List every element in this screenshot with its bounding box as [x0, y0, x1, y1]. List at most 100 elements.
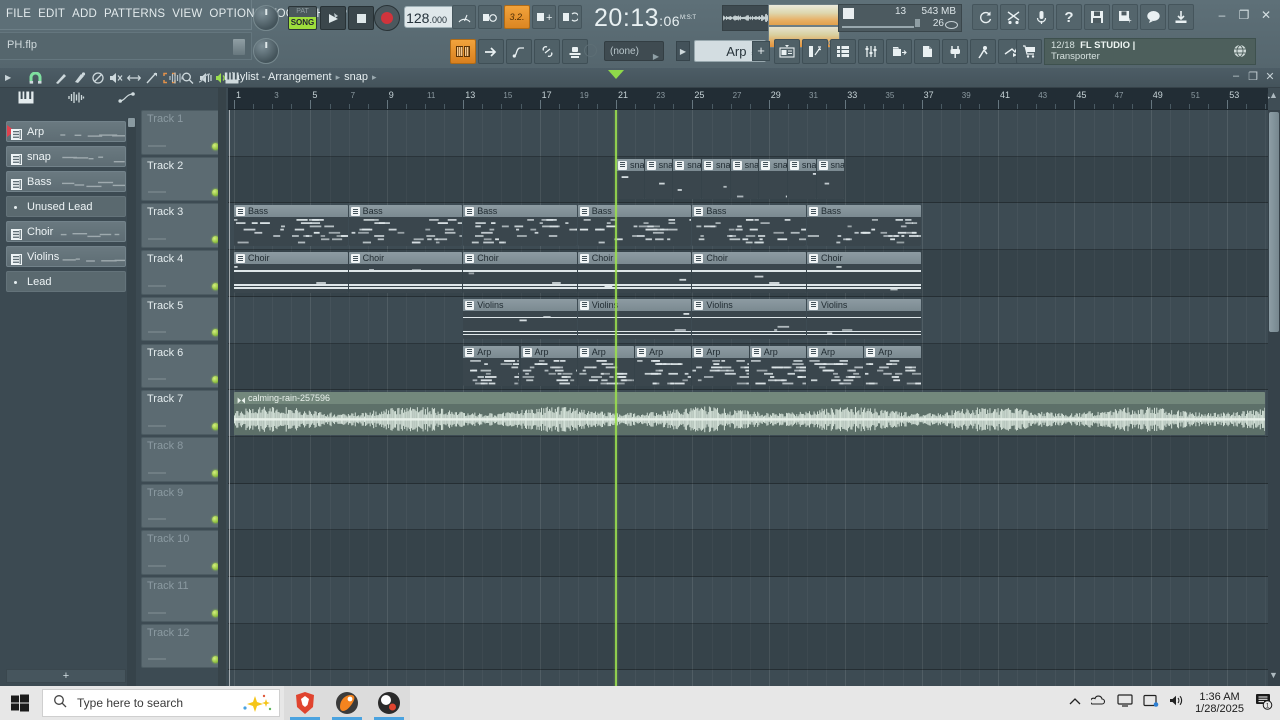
- clip-arp[interactable]: Arp: [578, 346, 634, 387]
- taskbar-app-obs[interactable]: [368, 686, 410, 720]
- track-header-10[interactable]: Track 10: [141, 530, 225, 575]
- clip-bass[interactable]: Bass: [349, 205, 463, 246]
- clip-header[interactable]: Arp: [521, 346, 577, 358]
- slice-tool-icon[interactable]: [144, 71, 159, 85]
- snap-value-display[interactable]: 3.2.: [504, 5, 530, 29]
- pattern-add-button[interactable]: +: [752, 41, 770, 61]
- track-header-2[interactable]: Track 2: [141, 157, 225, 202]
- tray-onedrive-icon[interactable]: [1091, 694, 1107, 712]
- pattern-length-icon[interactable]: [452, 5, 476, 29]
- clip-header[interactable]: snap: [759, 159, 787, 171]
- pattern-item-choir[interactable]: Choir: [6, 221, 126, 242]
- clip-header[interactable]: Arp: [750, 346, 806, 358]
- menu-item-edit[interactable]: EDIT: [38, 8, 65, 20]
- clip-arp[interactable]: Arp: [692, 346, 748, 387]
- timeline-ruler[interactable]: 1 3 5 7 9 11 13 15 17 19 21 23 25 27 29 31 33 35 37 39 41 43 4…: [228, 88, 1268, 110]
- draw-tool-icon[interactable]: [54, 71, 69, 85]
- zoom-waveform-icon[interactable]: [168, 71, 184, 89]
- pattern-item-unused-lead[interactable]: Unused Lead: [6, 196, 126, 217]
- clip-header[interactable]: Arp: [635, 346, 691, 358]
- clip-header[interactable]: Violins: [463, 299, 577, 311]
- project-file-row[interactable]: PH.flp: [0, 32, 252, 60]
- automation-button[interactable]: [506, 39, 532, 64]
- clip-bass[interactable]: Bass: [463, 205, 577, 246]
- pattern-song-toggle[interactable]: PAT SONG: [288, 6, 317, 30]
- clip-header[interactable]: snap: [731, 159, 759, 171]
- track-header-8[interactable]: Track 8: [141, 437, 225, 482]
- paint-tool-icon[interactable]: [72, 71, 87, 85]
- clip-bass[interactable]: Bass: [234, 205, 348, 246]
- pattern-item-snap[interactable]: snap: [6, 146, 126, 167]
- clip-header[interactable]: Bass: [349, 205, 463, 217]
- clip-header[interactable]: Choir: [234, 252, 348, 264]
- taskbar-app-brave[interactable]: [284, 686, 326, 720]
- time-display[interactable]: 20:13:06M:S:T: [594, 2, 714, 34]
- link-button[interactable]: [534, 39, 560, 64]
- playlist-grid[interactable]: snap snap snap snap snap snap snap snap Bass Bass…: [228, 110, 1268, 688]
- record-button[interactable]: [374, 5, 400, 31]
- piano-roll-window-button[interactable]: [802, 39, 828, 64]
- menu-item-file[interactable]: FILE: [6, 8, 31, 20]
- taskbar-app-fl-studio[interactable]: [326, 686, 368, 720]
- playhead-marker-icon[interactable]: [608, 70, 624, 79]
- search-input[interactable]: Type here to search: [42, 689, 280, 717]
- playlist-window-button[interactable]: [774, 39, 800, 64]
- clip-bass[interactable]: Bass: [578, 205, 692, 246]
- vscroll-down-arrow[interactable]: ▼: [1268, 670, 1279, 684]
- clip-header[interactable]: Violins: [807, 299, 921, 311]
- track-header-6[interactable]: Track 6: [141, 344, 225, 389]
- clip-choir[interactable]: Choir: [463, 252, 577, 293]
- globe-icon[interactable]: [1233, 44, 1247, 63]
- tray-display-icon[interactable]: [1117, 694, 1133, 712]
- add-pattern-button[interactable]: +: [6, 669, 126, 683]
- clip-choir[interactable]: Choir: [234, 252, 348, 293]
- magnet-snap-icon[interactable]: [28, 71, 43, 85]
- tempo-display[interactable]: 128.000: [404, 6, 456, 28]
- slip-tool-icon[interactable]: [126, 71, 141, 85]
- project-picker-button[interactable]: [914, 39, 940, 64]
- clip-snap[interactable]: snap: [645, 159, 673, 200]
- clip-arp[interactable]: Arp: [463, 346, 519, 387]
- playlist-close-button[interactable]: ✕: [1263, 70, 1277, 83]
- help-icon[interactable]: ?: [1056, 4, 1082, 30]
- track-header-5[interactable]: Track 5: [141, 297, 225, 342]
- clip-header[interactable]: Bass: [578, 205, 692, 217]
- clip-header[interactable]: snap: [645, 159, 673, 171]
- clip-choir[interactable]: Choir: [578, 252, 692, 293]
- clip-header[interactable]: Bass: [692, 205, 806, 217]
- clip-header[interactable]: Bass: [807, 205, 921, 217]
- play-button[interactable]: [320, 6, 346, 30]
- clip-header[interactable]: Choir: [578, 252, 692, 264]
- clip-choir[interactable]: Choir: [807, 252, 921, 293]
- channel-rack-window-button[interactable]: [830, 39, 856, 64]
- loop-pattern-icon[interactable]: [558, 5, 582, 29]
- clip-bass[interactable]: Bass: [807, 205, 921, 246]
- clip-header[interactable]: Choir: [807, 252, 921, 264]
- track-scroll-strip[interactable]: [218, 88, 226, 688]
- pattern-item-bass[interactable]: Bass: [6, 171, 126, 192]
- pattern-item-arp[interactable]: Arp: [6, 121, 126, 142]
- mute-tool-icon[interactable]: [108, 71, 123, 85]
- clip-header[interactable]: Arp: [864, 346, 920, 358]
- clip-header[interactable]: Arp: [692, 346, 748, 358]
- clip-violins[interactable]: Violins: [578, 299, 692, 340]
- stop-button[interactable]: [348, 6, 374, 30]
- clip-arp[interactable]: Arp: [807, 346, 863, 387]
- clip-snap[interactable]: snap: [616, 159, 644, 200]
- clip-arp[interactable]: Arp: [635, 346, 691, 387]
- clip-header[interactable]: snap: [702, 159, 730, 171]
- playlist-minimize-button[interactable]: –: [1229, 70, 1243, 83]
- browser-window-button[interactable]: [886, 39, 912, 64]
- clip-snap[interactable]: snap: [731, 159, 759, 200]
- taskbar-clock[interactable]: 1:36 AM 1/28/2025: [1195, 691, 1244, 715]
- delete-tool-icon[interactable]: [90, 71, 105, 85]
- maximize-button[interactable]: ❐: [1234, 6, 1254, 24]
- master-volume-knob[interactable]: [253, 5, 279, 31]
- download-icon[interactable]: [1168, 4, 1194, 30]
- shop-button[interactable]: [1016, 39, 1042, 64]
- piano-roll-button[interactable]: [478, 39, 504, 64]
- automation-curve-icon[interactable]: [118, 91, 136, 109]
- clip-snap[interactable]: snap: [788, 159, 816, 200]
- tray-chevron-up-icon[interactable]: [1069, 694, 1081, 712]
- add-pattern-icon[interactable]: +: [532, 5, 556, 29]
